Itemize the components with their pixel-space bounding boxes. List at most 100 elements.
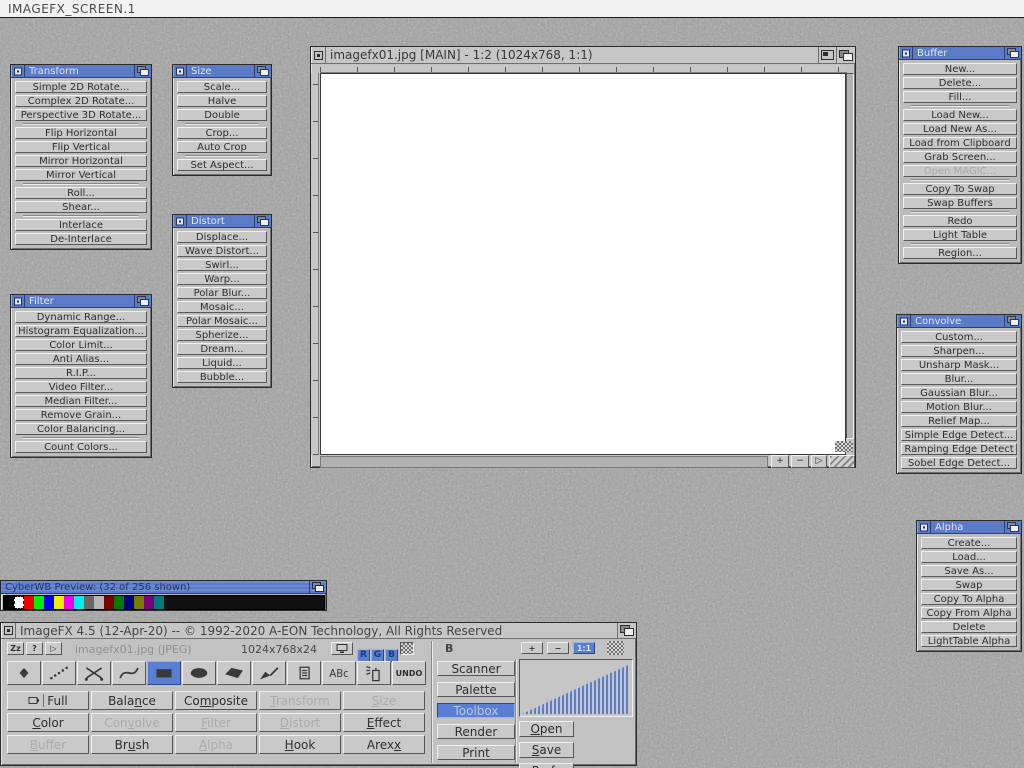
draw-tool[interactable] [252,661,286,685]
dream-button[interactable]: Dream... [177,343,267,355]
simple-2d-rotate-button[interactable]: Simple 2D Rotate... [15,81,147,93]
curve-tool[interactable] [112,661,146,685]
box-tool[interactable] [147,661,181,685]
palette-title-bar[interactable]: Filter [11,295,151,308]
perspective-3d-rotate-button[interactable]: Perspective 3D Rotate... [15,109,147,121]
mosaic-button[interactable]: Mosaic... [177,301,267,313]
canvas-zoom-in-button[interactable]: + [771,455,789,468]
liquid-button[interactable]: Liquid... [177,357,267,369]
delete-button[interactable]: Delete... [903,77,1017,89]
warp-button[interactable]: Warp... [177,273,267,285]
main-window-title-bar[interactable]: imagefx01.jpg [MAIN] - 1:2 (1024x768, 1:… [311,47,855,64]
sharpen-button[interactable]: Sharpen... [901,345,1017,357]
color-swatch[interactable] [84,596,94,609]
load-new-as-button[interactable]: Load New As... [903,123,1017,135]
color-swatch[interactable] [184,596,194,609]
new-button[interactable]: New... [903,63,1017,75]
light-table-button[interactable]: Light Table [903,229,1017,241]
load-button[interactable]: Load... [921,551,1017,563]
swap-button[interactable]: Swap [921,579,1017,591]
save-as-button[interactable]: Save As... [921,565,1017,577]
anti-alias-button[interactable]: Anti Alias... [15,353,147,365]
color-swatch[interactable] [154,596,164,609]
fill-button[interactable]: Fill... [903,91,1017,103]
preview-zoom-out-button[interactable]: − [547,642,569,654]
relief-map-button[interactable]: Relief Map... [901,415,1017,427]
custom-button[interactable]: Custom... [901,331,1017,343]
arexx-button[interactable]: Arexx [343,735,425,754]
video-filter-button[interactable]: Video Filter... [15,381,147,393]
close-gadget[interactable] [11,65,25,77]
load-from-clipboard-button[interactable]: Load from Clipboard [903,137,1017,149]
color-swatch[interactable] [284,596,294,609]
color-swatch[interactable] [14,596,24,609]
spherize-button[interactable]: Spherize... [177,329,267,341]
scale-button[interactable]: Scale... [177,81,267,93]
remove-grain-button[interactable]: Remove Grain... [15,409,147,421]
copy-to-swap-button[interactable]: Copy To Swap [903,183,1017,195]
load-new-button[interactable]: Load New... [903,109,1017,121]
color-button[interactable]: Color [7,713,89,732]
zoom-gadget[interactable] [818,47,836,63]
redo-button[interactable]: Redo [903,215,1017,227]
palette-title-bar[interactable]: Distort [173,215,271,228]
color-swatch[interactable] [4,596,14,609]
interlace-button[interactable]: Interlace [15,219,147,231]
depth-gadget[interactable] [836,47,855,63]
color-swatch[interactable] [134,596,144,609]
page-palette-button[interactable]: Palette [437,682,515,697]
r-i-p-button[interactable]: R.I.P... [15,367,147,379]
dither-toggle[interactable] [400,642,414,655]
palette-title-bar[interactable]: Transform [11,65,151,78]
flip-vertical-button[interactable]: Flip Vertical [15,141,147,153]
close-gadget[interactable] [899,47,913,59]
shear-button[interactable]: Shear... [15,201,147,213]
copy-from-alpha-button[interactable]: Copy From Alpha [921,607,1017,619]
close-gadget[interactable] [1,623,16,638]
clone-tool[interactable] [287,661,321,685]
blur-button[interactable]: Blur... [901,373,1017,385]
create-button[interactable]: Create... [921,537,1017,549]
color-swatch[interactable] [24,596,34,609]
channel-b-button[interactable]: B [385,649,398,662]
bubble-button[interactable]: Bubble... [177,371,267,383]
sleep-button[interactable]: Zz [7,642,24,655]
de-interlace-button[interactable]: De-Interlace [15,233,147,245]
palette-title-bar[interactable]: Alpha [917,521,1021,534]
color-swatch[interactable] [34,596,44,609]
sobel-edge-detect-button[interactable]: Sobel Edge Detect... [901,457,1017,469]
close-gadget[interactable] [11,295,25,307]
airbrush-tool[interactable] [42,661,76,685]
dither-gadget[interactable] [835,441,853,452]
pointer-tool[interactable] [7,661,41,685]
color-swatch[interactable] [44,596,54,609]
oval-tool[interactable] [182,661,216,685]
freehand-tool[interactable] [77,661,111,685]
color-swatch[interactable] [64,596,74,609]
page-print-button[interactable]: Print [437,745,515,760]
ramping-edge-detect-button[interactable]: Ramping Edge Detect [901,443,1017,455]
color-swatch[interactable] [304,596,314,609]
color-swatch[interactable] [194,596,204,609]
save-button[interactable]: Save [519,742,574,758]
depth-gadget[interactable] [134,295,151,307]
histogram-equalization-button[interactable]: Histogram Equalization... [15,325,147,337]
effect-button[interactable]: Effect [343,713,425,732]
preview-title-bar[interactable]: CyberWB Preview: (32 of 256 shown) [1,581,326,594]
delete-button[interactable]: Delete [921,621,1017,633]
motion-blur-button[interactable]: Motion Blur... [901,401,1017,413]
swap-buffers-button[interactable]: Swap Buffers [903,197,1017,209]
channel-g-button[interactable]: G [371,649,384,662]
play-button[interactable]: ▷ [45,642,62,655]
full-button[interactable]: Full [7,691,89,710]
crop-button[interactable]: Crop... [177,127,267,139]
depth-gadget[interactable] [1004,521,1021,533]
depth-gadget[interactable] [617,623,636,638]
double-button[interactable]: Double [177,109,267,121]
unsharp-mask-button[interactable]: Unsharp Mask... [901,359,1017,371]
close-gadget[interactable] [173,215,187,227]
lighttable-alpha-button[interactable]: LightTable Alpha [921,635,1017,647]
halve-button[interactable]: Halve [177,95,267,107]
color-swatch[interactable] [274,596,284,609]
open-button[interactable]: Open [519,721,574,737]
